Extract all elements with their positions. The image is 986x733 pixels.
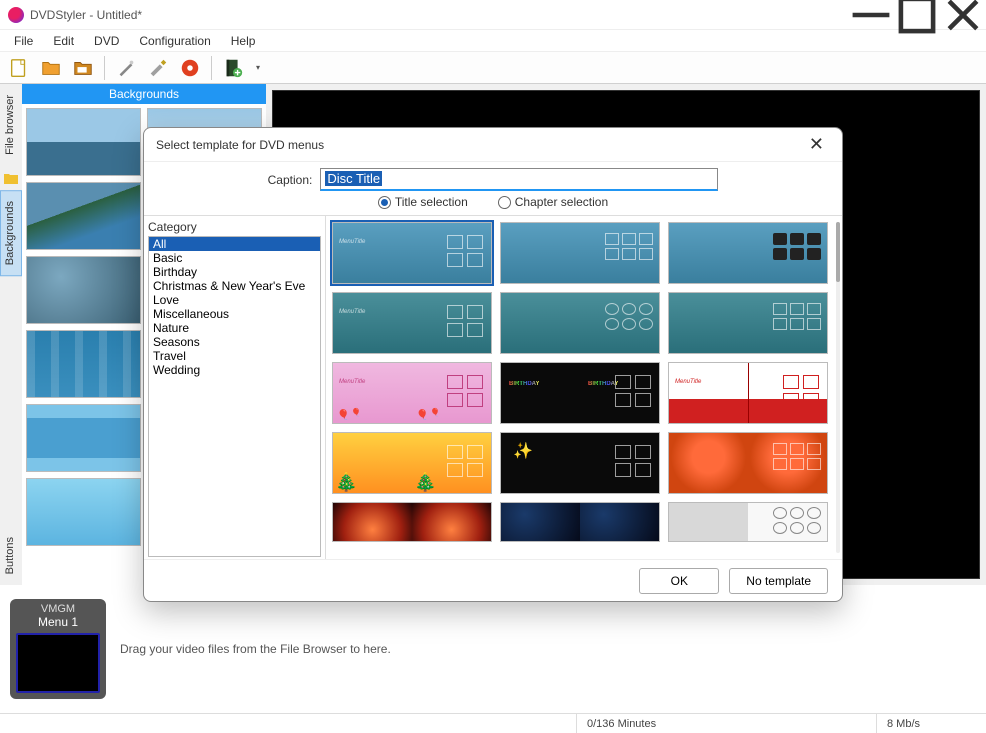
- save-project-icon[interactable]: [70, 55, 96, 81]
- template-thumb[interactable]: [668, 292, 828, 354]
- template-thumb[interactable]: [500, 432, 660, 494]
- close-button[interactable]: [940, 0, 986, 30]
- template-thumb[interactable]: [500, 362, 660, 424]
- timeline[interactable]: VMGM Menu 1 Drag your video files from t…: [0, 585, 986, 713]
- template-thumb[interactable]: MenuTitle: [332, 222, 492, 284]
- menu-file[interactable]: File: [6, 32, 41, 50]
- category-list[interactable]: All Basic Birthday Christmas & New Year'…: [148, 236, 321, 557]
- template-thumb[interactable]: [500, 292, 660, 354]
- titlebar: DVDStyler - Untitled*: [0, 0, 986, 30]
- wizard-icon[interactable]: [113, 55, 139, 81]
- tab-backgrounds[interactable]: Backgrounds: [0, 190, 22, 276]
- radio-chapter-selection[interactable]: Chapter selection: [498, 195, 608, 209]
- status-bitrate: 8 Mb/s: [876, 714, 986, 733]
- template-thumb[interactable]: [500, 502, 660, 542]
- menubar: File Edit DVD Configuration Help: [0, 30, 986, 52]
- tab-buttons[interactable]: Buttons: [0, 526, 22, 585]
- category-item[interactable]: Basic: [149, 251, 320, 265]
- category-item[interactable]: Miscellaneous: [149, 307, 320, 321]
- tab-file-browser[interactable]: File browser: [0, 84, 22, 166]
- dialog-title: Select template for DVD menus: [156, 138, 324, 152]
- background-thumb[interactable]: [26, 478, 141, 546]
- menu-edit[interactable]: Edit: [45, 32, 82, 50]
- add-file-dropdown[interactable]: ▾: [252, 63, 264, 72]
- menu1-label: Menu 1: [10, 615, 106, 631]
- vmgm-block[interactable]: VMGM Menu 1: [10, 599, 106, 699]
- template-thumb[interactable]: MenuTitle: [668, 362, 828, 424]
- dialog-close-button[interactable]: ✕: [803, 134, 830, 155]
- template-thumb[interactable]: MenuTitle: [332, 292, 492, 354]
- minimize-button[interactable]: [848, 0, 894, 30]
- category-item[interactable]: Wedding: [149, 363, 320, 377]
- burn-icon[interactable]: [177, 55, 203, 81]
- template-thumb[interactable]: [332, 432, 492, 494]
- no-template-button[interactable]: No template: [729, 568, 828, 594]
- template-scrollbar[interactable]: [836, 222, 840, 553]
- caption-input[interactable]: Disc Title: [320, 168, 718, 191]
- add-file-icon[interactable]: [220, 55, 246, 81]
- side-tabs: File browser Backgrounds Buttons: [0, 84, 22, 585]
- window-title: DVDStyler - Untitled*: [30, 8, 848, 22]
- background-thumb[interactable]: [26, 182, 141, 250]
- template-dialog: Select template for DVD menus ✕ Caption:…: [143, 127, 843, 602]
- template-thumb[interactable]: MenuTitle: [332, 362, 492, 424]
- menu-help[interactable]: Help: [223, 32, 264, 50]
- background-thumb[interactable]: [26, 256, 141, 324]
- folder-icon: [3, 170, 19, 186]
- category-item[interactable]: All: [149, 237, 320, 251]
- background-thumb[interactable]: [26, 330, 141, 398]
- timeline-hint: Drag your video files from the File Brow…: [120, 642, 391, 656]
- template-thumb[interactable]: [332, 502, 492, 542]
- category-item[interactable]: Nature: [149, 321, 320, 335]
- statusbar: 0/136 Minutes 8 Mb/s: [0, 713, 986, 733]
- status-time: 0/136 Minutes: [576, 714, 876, 733]
- category-item[interactable]: Love: [149, 293, 320, 307]
- settings-icon[interactable]: [145, 55, 171, 81]
- category-item[interactable]: Travel: [149, 349, 320, 363]
- caption-label: Caption:: [268, 173, 313, 187]
- template-thumb[interactable]: [668, 222, 828, 284]
- template-thumb[interactable]: [500, 222, 660, 284]
- new-project-icon[interactable]: [6, 55, 32, 81]
- template-grid: MenuTitle MenuTitle MenuTitle MenuTitle: [326, 216, 842, 548]
- panel-header: Backgrounds: [22, 84, 266, 104]
- category-label: Category: [148, 218, 321, 236]
- menu1-thumb[interactable]: [16, 633, 100, 693]
- vmgm-label: VMGM: [10, 603, 106, 615]
- template-thumb[interactable]: [668, 432, 828, 494]
- maximize-button[interactable]: [894, 0, 940, 30]
- category-item[interactable]: Christmas & New Year's Eve: [149, 279, 320, 293]
- category-item[interactable]: Birthday: [149, 265, 320, 279]
- app-icon: [8, 7, 24, 23]
- background-thumb[interactable]: [26, 108, 141, 176]
- background-thumb[interactable]: [26, 404, 141, 472]
- open-project-icon[interactable]: [38, 55, 64, 81]
- radio-title-selection[interactable]: Title selection: [378, 195, 468, 209]
- menu-configuration[interactable]: Configuration: [131, 32, 218, 50]
- template-thumb[interactable]: [668, 502, 828, 542]
- menu-dvd[interactable]: DVD: [86, 32, 127, 50]
- toolbar: ▾: [0, 52, 986, 84]
- category-item[interactable]: Seasons: [149, 335, 320, 349]
- ok-button[interactable]: OK: [639, 568, 719, 594]
